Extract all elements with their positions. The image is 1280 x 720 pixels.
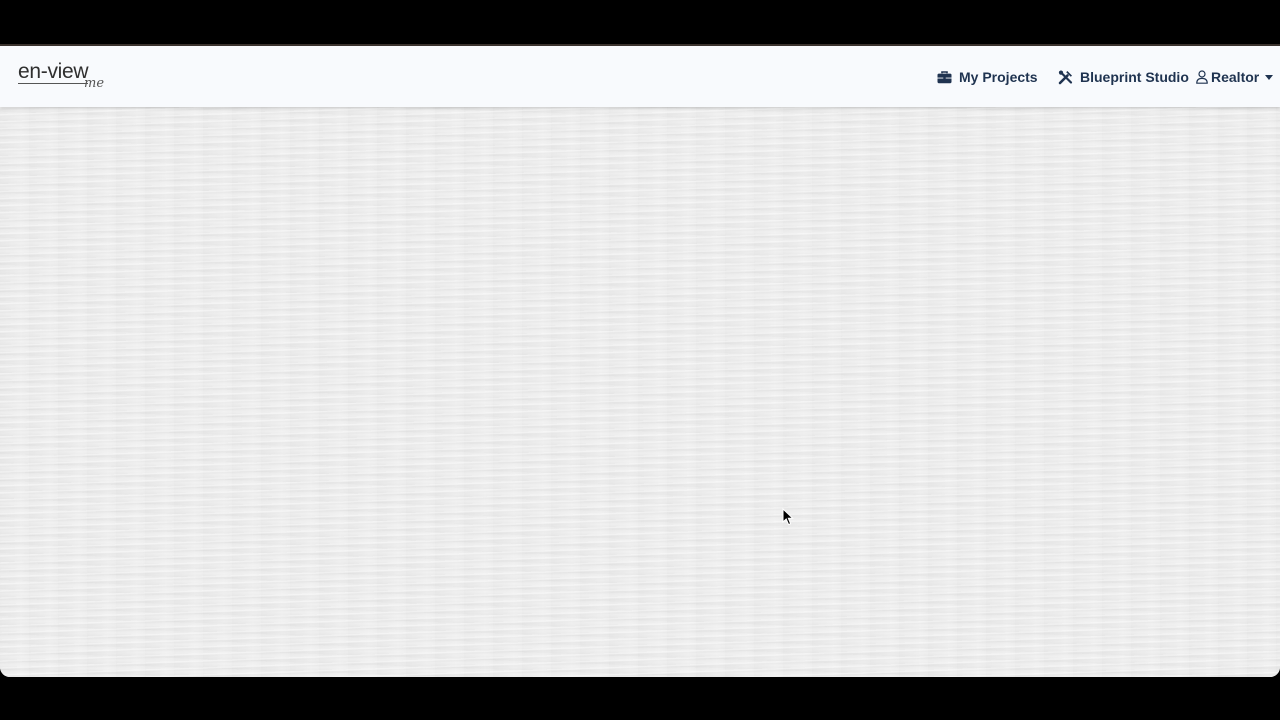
user-menu-dropdown[interactable]: Realtor [1196,67,1274,87]
nav-blueprint-studio-label: Blueprint Studio [1080,69,1189,85]
user-menu-label: Realtor [1211,69,1260,85]
mouse-pointer-icon [782,507,794,531]
brand-subtitle: me [84,76,105,91]
main-content-area [0,107,1280,677]
brand-logo[interactable]: en-view me [18,60,110,96]
nav-my-projects[interactable]: My Projects [937,67,1038,87]
chevron-down-icon [1265,74,1274,80]
brand-underline [18,83,88,84]
navbar: en-view me My Projects Blueprint Studio … [0,46,1280,107]
person-icon [1196,70,1208,84]
nav-my-projects-label: My Projects [959,69,1038,85]
tools-icon [1058,70,1073,85]
browser-viewport: en-view me My Projects Blueprint Studio … [0,44,1280,677]
nav-blueprint-studio[interactable]: Blueprint Studio [1058,67,1189,87]
briefcase-icon [937,70,952,84]
brand-name: en-view [18,60,89,83]
